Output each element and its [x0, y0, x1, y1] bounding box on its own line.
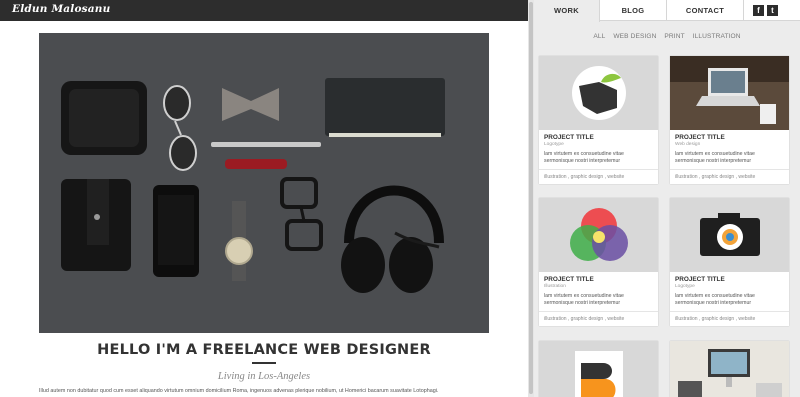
- filter-all[interactable]: ALL: [593, 33, 605, 40]
- project-thumbnail[interactable]: [670, 341, 789, 397]
- filter-bar: ALL WEB DESIGN PRINT ILLUSTRATION: [534, 33, 800, 40]
- twitter-icon[interactable]: t: [767, 5, 778, 16]
- tab-contact[interactable]: CONTACT: [667, 0, 743, 21]
- project-card[interactable]: PROJECT TITLE Logotype lam virtutem ex c…: [670, 198, 789, 326]
- filter-illustration[interactable]: ILLUSTRATION: [693, 33, 741, 40]
- project-tags: illustration , graphic design , website: [544, 316, 625, 322]
- hero-image: [39, 33, 489, 333]
- filter-print[interactable]: PRINT: [664, 33, 684, 40]
- project-title[interactable]: PROJECT TITLE: [675, 276, 784, 283]
- project-title[interactable]: PROJECT TITLE: [544, 276, 653, 283]
- tab-work[interactable]: WORK: [534, 0, 600, 22]
- page-root: Eldun Malosanu HELLO I'M A FREELANCE WEB…: [0, 0, 800, 397]
- main-pane: Eldun Malosanu HELLO I'M A FREELANCE WEB…: [0, 0, 528, 397]
- project-tags: illustration , graphic design , website: [675, 174, 756, 180]
- project-card[interactable]: [539, 341, 658, 397]
- project-tags: illustration , graphic design , website: [544, 174, 625, 180]
- project-title[interactable]: PROJECT TITLE: [675, 134, 784, 141]
- project-description: lam virtutem ex consuetudine vitae sermo…: [544, 151, 624, 164]
- project-card[interactable]: [670, 341, 789, 397]
- project-thumbnail[interactable]: [539, 341, 658, 397]
- filter-web-design[interactable]: WEB DESIGN: [613, 33, 656, 40]
- project-title[interactable]: PROJECT TITLE: [544, 134, 653, 141]
- project-description: lam virtutem ex consuetudine vitae sermo…: [675, 151, 755, 164]
- project-thumbnail[interactable]: [670, 198, 789, 272]
- project-category: Illustration: [544, 284, 566, 289]
- top-nav: WORK BLOG CONTACT f t: [534, 0, 800, 22]
- project-description: lam virtutem ex consuetudine vitae sermo…: [544, 293, 624, 306]
- site-logo[interactable]: Eldun Malosanu: [12, 3, 110, 15]
- project-thumbnail[interactable]: [670, 56, 789, 130]
- project-category: Web design: [675, 142, 701, 147]
- project-card[interactable]: PROJECT TITLE Illustration lam virtutem …: [539, 198, 658, 326]
- project-thumbnail[interactable]: [539, 56, 658, 130]
- project-thumbnail[interactable]: [539, 198, 658, 272]
- tab-blog[interactable]: BLOG: [600, 0, 666, 21]
- project-description: lam virtutem ex consuetudine vitae sermo…: [675, 293, 755, 306]
- scrollbar-thumb[interactable]: [529, 2, 533, 394]
- project-tags: illustration , graphic design , website: [675, 316, 756, 322]
- facebook-icon[interactable]: f: [753, 5, 764, 16]
- hero-bio: Illud autem non dubitatur quod cum esset…: [39, 388, 439, 394]
- hero-headline: HELLO I'M A FREELANCE WEB DESIGNER: [97, 342, 431, 358]
- project-card[interactable]: PROJECT TITLE Web design lam virtutem ex…: [670, 56, 789, 184]
- project-category: Logotype: [544, 142, 564, 147]
- portfolio-panel: WORK BLOG CONTACT f t ALL WEB DESIGN PRI…: [534, 0, 800, 397]
- hero-tagline: Living in Los-Angeles: [217, 371, 311, 382]
- headline-divider: [252, 362, 276, 364]
- project-card[interactable]: PROJECT TITLE Logotype lam virtutem ex c…: [539, 56, 658, 184]
- top-bar: Eldun Malosanu: [0, 0, 528, 21]
- project-category: Logotype: [675, 284, 695, 289]
- tab-divider: [743, 0, 744, 21]
